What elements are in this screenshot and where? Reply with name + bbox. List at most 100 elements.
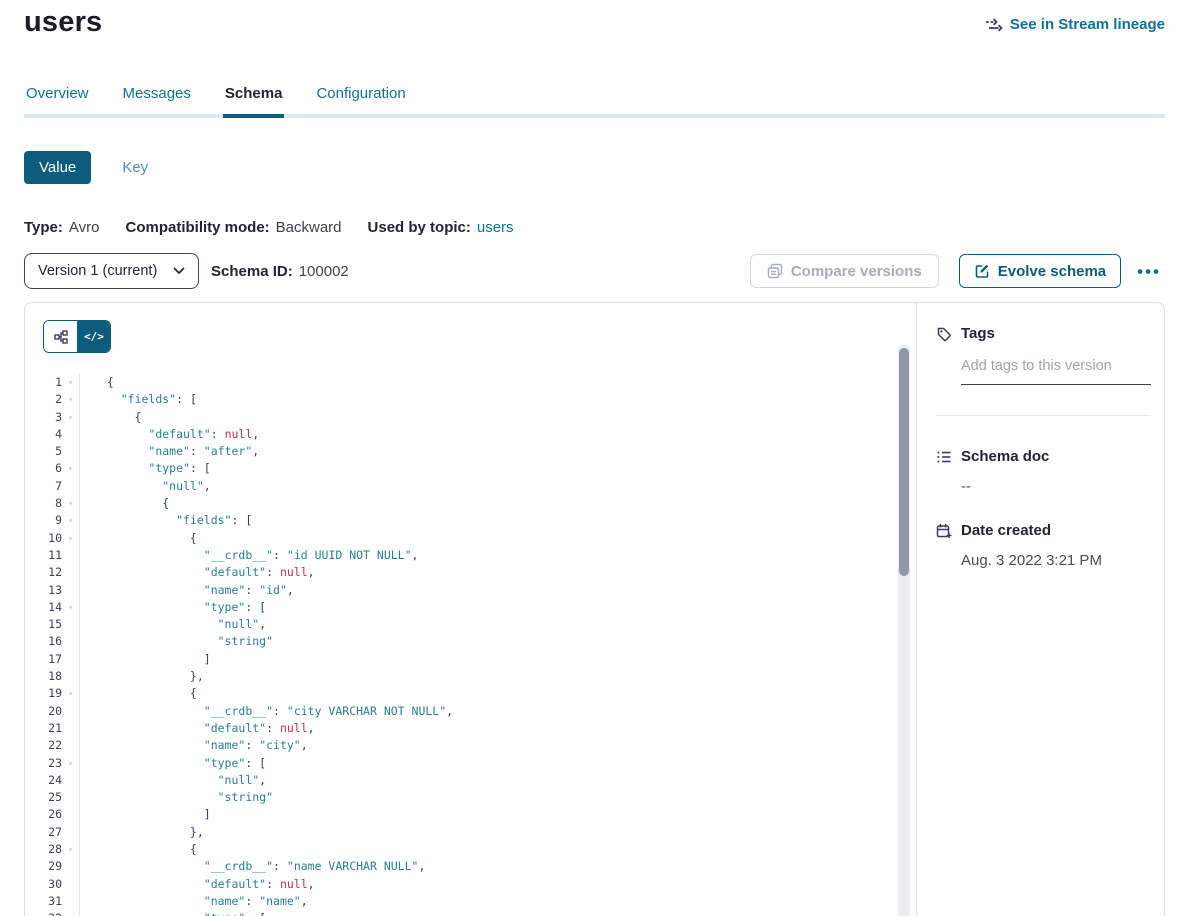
- code-line: 29 "__crdb__": "name VARCHAR NULL",: [25, 858, 916, 875]
- scrollbar-track[interactable]: [898, 345, 910, 916]
- code-text: "null",: [80, 772, 266, 789]
- tab-configuration[interactable]: Configuration: [314, 85, 407, 118]
- tree-view-button[interactable]: [44, 321, 77, 352]
- fold-toggle-icon[interactable]: ▾: [62, 409, 80, 426]
- version-select[interactable]: Version 1 (current): [24, 253, 199, 289]
- code-line: 15 "null",: [25, 616, 916, 633]
- date-created-value: Aug. 3 2022 3:21 PM: [961, 552, 1151, 569]
- code-text: "fields": [: [80, 391, 197, 408]
- line-number: 31: [25, 893, 62, 910]
- line-number: 20: [25, 703, 62, 720]
- page-header: users See in Stream lineage: [24, 0, 1165, 39]
- code-text: {: [80, 530, 197, 547]
- fold-gutter: [62, 668, 80, 685]
- evolve-schema-button[interactable]: Evolve schema: [959, 254, 1121, 288]
- tab-schema[interactable]: Schema: [223, 85, 285, 118]
- code-text: ]: [80, 651, 211, 668]
- code-text: "default": null,: [80, 720, 315, 737]
- line-number: 29: [25, 858, 62, 875]
- fold-toggle-icon[interactable]: ▾: [62, 460, 80, 477]
- tab-messages[interactable]: Messages: [121, 85, 193, 118]
- code-line: 17 ]: [25, 651, 916, 668]
- fold-toggle-icon[interactable]: ▾: [62, 512, 80, 529]
- code-line: 9▾ "fields": [: [25, 512, 916, 529]
- fold-gutter: [62, 547, 80, 564]
- list-icon: [936, 449, 952, 465]
- stream-lineage-label: See in Stream lineage: [1010, 16, 1165, 33]
- schema-id-value: 100002: [299, 263, 349, 280]
- tree-view-icon: [54, 330, 68, 344]
- line-number: 1: [25, 374, 62, 391]
- fold-toggle-icon[interactable]: ▾: [62, 374, 80, 391]
- topic-link[interactable]: users: [477, 219, 514, 236]
- line-number: 27: [25, 824, 62, 841]
- fold-toggle-icon[interactable]: ▾: [62, 685, 80, 702]
- value-toggle-button[interactable]: Value: [24, 151, 91, 184]
- chevron-down-icon: [173, 267, 185, 275]
- code-text: "name": "name",: [80, 893, 308, 910]
- schema-id: Schema ID: 100002: [211, 263, 349, 280]
- stream-lineage-icon: [985, 18, 1003, 32]
- code-text: "default": null,: [80, 564, 315, 581]
- line-number: 10: [25, 530, 62, 547]
- sidebar-divider: [936, 415, 1151, 416]
- schema-doc-value: --: [961, 478, 1151, 495]
- fold-toggle-icon[interactable]: ▾: [62, 391, 80, 408]
- schema-id-label: Schema ID:: [211, 263, 293, 280]
- version-controls: Version 1 (current) Schema ID: 100002: [24, 253, 1165, 289]
- schema-page: users See in Stream lineage Overview Mess…: [0, 0, 1189, 916]
- tags-input[interactable]: [961, 354, 1151, 385]
- fold-gutter: [62, 703, 80, 720]
- code-text: "string": [80, 789, 273, 806]
- meta-topic: Used by topic: users: [368, 219, 514, 236]
- code-text: "name": "city",: [80, 737, 308, 754]
- calendar-plus-icon: [936, 523, 952, 539]
- code-line: 7 "null",: [25, 478, 916, 495]
- code-text: "name": "after",: [80, 443, 259, 460]
- scrollbar-thumb[interactable]: [899, 348, 909, 576]
- fold-gutter: [62, 443, 80, 460]
- more-options-button[interactable]: •••: [1133, 263, 1165, 280]
- compare-versions-button[interactable]: Compare versions: [750, 254, 939, 288]
- code-line: 28▾ {: [25, 841, 916, 858]
- line-number: 18: [25, 668, 62, 685]
- code-text: {: [80, 409, 141, 426]
- fold-toggle-icon[interactable]: ▾: [62, 530, 80, 547]
- code-text: "__crdb__": "name VARCHAR NULL",: [80, 858, 425, 875]
- line-number: 8: [25, 495, 62, 512]
- code-text: ]: [80, 806, 211, 823]
- key-toggle-button[interactable]: Key: [116, 158, 154, 177]
- schema-meta: Type: Avro Compatibility mode: Backward …: [24, 219, 1165, 236]
- compatibility-label: Compatibility mode:: [125, 219, 269, 236]
- code-line: 2▾ "fields": [: [25, 391, 916, 408]
- stream-lineage-link[interactable]: See in Stream lineage: [985, 16, 1165, 33]
- code-text: "type": [: [80, 460, 211, 477]
- tag-icon: [936, 326, 952, 342]
- fold-toggle-icon[interactable]: ▾: [62, 841, 80, 858]
- schema-sidebar: Tags Schema doc --: [917, 303, 1165, 916]
- line-number: 25: [25, 789, 62, 806]
- line-number: 7: [25, 478, 62, 495]
- code-text: "fields": [: [80, 512, 252, 529]
- edit-icon: [974, 263, 990, 279]
- fold-toggle-icon[interactable]: ▾: [62, 495, 80, 512]
- code-view-button[interactable]: </>: [77, 321, 110, 352]
- code-text: {: [80, 685, 197, 702]
- code-text: "type": [: [80, 755, 266, 772]
- compare-versions-icon: [767, 263, 783, 279]
- fold-toggle-icon[interactable]: ▾: [62, 910, 80, 916]
- meta-type: Type: Avro: [24, 219, 99, 236]
- fold-toggle-icon[interactable]: ▾: [62, 599, 80, 616]
- code-line: 13 "name": "id",: [25, 582, 916, 599]
- line-number: 11: [25, 547, 62, 564]
- fold-gutter: [62, 824, 80, 841]
- code-view-icon: </>: [84, 330, 104, 343]
- code-line: 31 "name": "name",: [25, 893, 916, 910]
- line-number: 26: [25, 806, 62, 823]
- code-line: 8▾ {: [25, 495, 916, 512]
- code-text: },: [80, 824, 204, 841]
- tags-label: Tags: [961, 325, 995, 342]
- fold-gutter: [62, 633, 80, 650]
- fold-toggle-icon[interactable]: ▾: [62, 755, 80, 772]
- tab-overview[interactable]: Overview: [24, 85, 91, 118]
